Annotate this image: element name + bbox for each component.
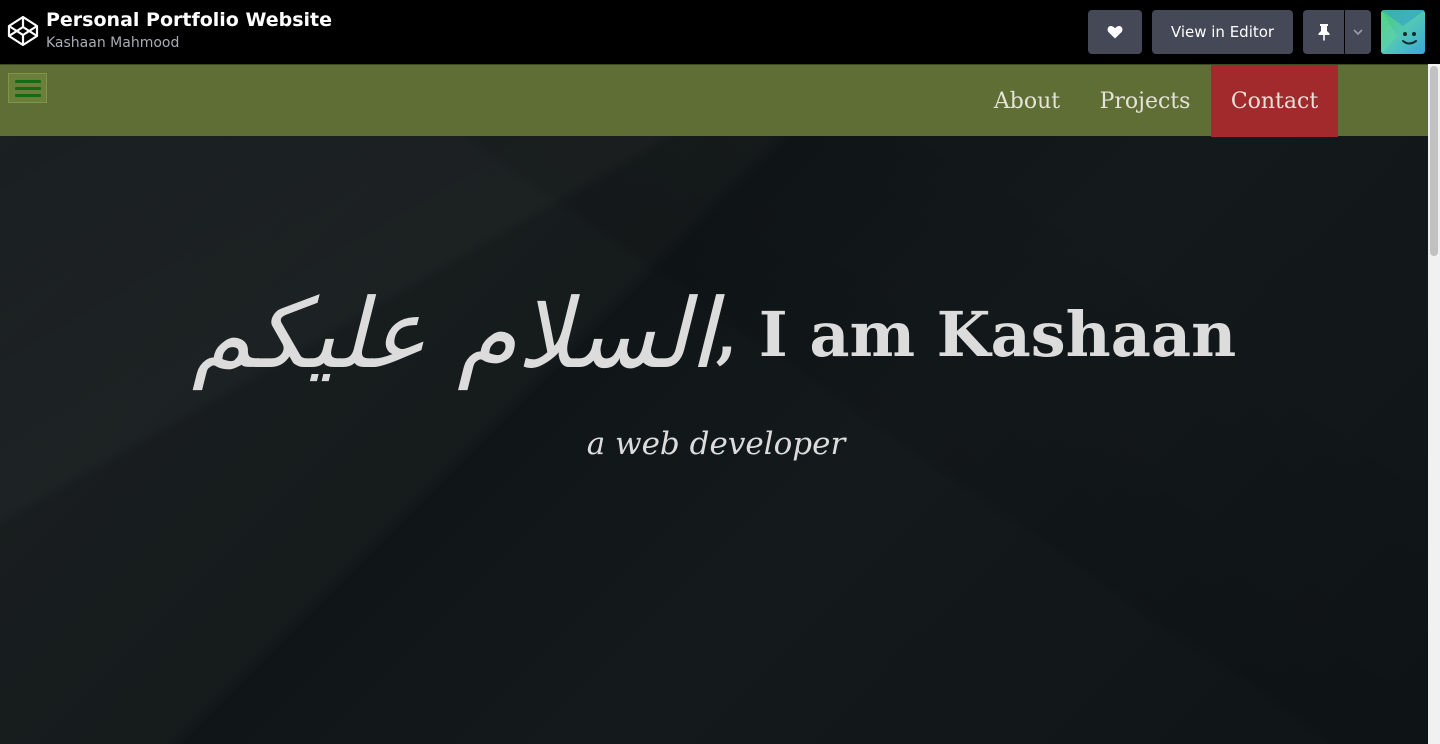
hero-name: , I am Kashaan	[715, 297, 1237, 371]
heart-button[interactable]	[1088, 10, 1142, 54]
hamburger-menu-button[interactable]	[8, 73, 47, 103]
smiley-avatar	[1381, 10, 1425, 54]
nav-link-contact[interactable]: Contact	[1211, 65, 1338, 137]
pen-preview: About Projects Contact السلام عليكم, I a…	[0, 64, 1428, 744]
pin-icon	[1318, 24, 1329, 41]
nav-link-about[interactable]: About	[980, 65, 1074, 137]
pen-title: Personal Portfolio Website	[46, 9, 333, 31]
nav-link-projects[interactable]: Projects	[1088, 65, 1202, 137]
pin-button[interactable]	[1303, 10, 1344, 54]
arabic-greeting: السلام عليكم	[191, 278, 716, 390]
chevron-down-icon	[1353, 29, 1363, 36]
view-in-editor-button[interactable]: View in Editor	[1152, 10, 1293, 54]
heart-icon	[1107, 26, 1123, 39]
pin-options-dropdown[interactable]	[1345, 10, 1371, 54]
pen-author-link[interactable]: Kashaan Mahmood	[46, 34, 179, 52]
hero-greeting: السلام عليكم, I am Kashaan	[0, 278, 1428, 390]
codepen-header: Personal Portfolio Website Kashaan Mahmo…	[0, 0, 1440, 64]
site-navbar: About Projects Contact	[0, 64, 1428, 137]
codepen-logo-icon[interactable]	[7, 15, 39, 47]
user-avatar[interactable]	[1381, 10, 1425, 54]
hero-subtitle: a web developer	[586, 426, 846, 462]
scrollbar-thumb[interactable]	[1430, 66, 1438, 256]
hamburger-icon	[15, 80, 41, 83]
